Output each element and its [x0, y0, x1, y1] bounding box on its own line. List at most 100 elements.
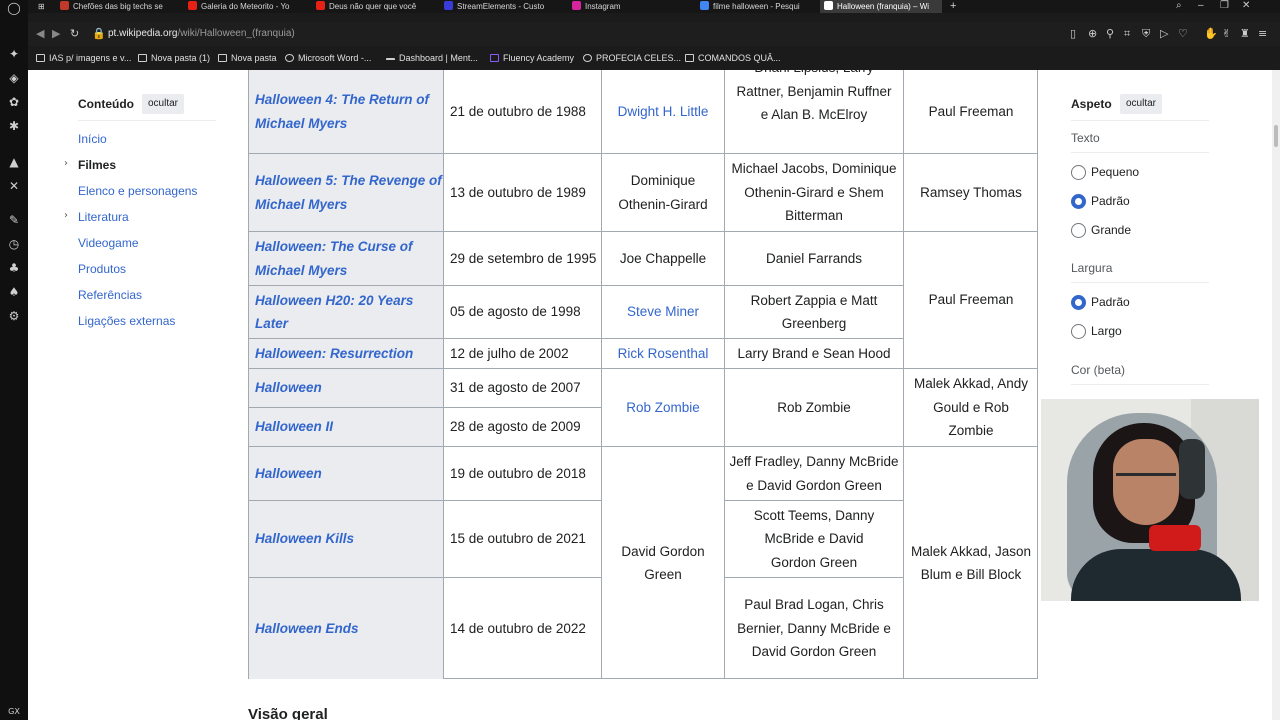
new-tab-button[interactable]: +	[950, 0, 962, 13]
bookmark-item[interactable]: PROFECIA CELES...	[583, 52, 681, 64]
chevron-right-icon[interactable]: ›	[64, 208, 68, 224]
url-domain: pt.wikipedia.org	[108, 28, 178, 39]
director-link[interactable]: Rob Zombie	[626, 396, 700, 420]
film-title-link[interactable]: Halloween	[255, 376, 322, 400]
pinboard-icon[interactable]: ✎	[6, 212, 22, 228]
release-date: 05 de agosto de 1998	[443, 285, 601, 338]
toc-item-videogame[interactable]: Videogame	[78, 235, 139, 251]
extension-2-icon[interactable]: ✌	[1222, 27, 1231, 41]
bookmark-item[interactable]: Microsoft Word -...	[285, 52, 371, 64]
back-icon[interactable]: ◀	[36, 27, 44, 41]
bookmarks-icon[interactable]: ♣	[6, 260, 22, 276]
extension-1-icon[interactable]: ✋	[1204, 27, 1218, 41]
whatsapp-icon[interactable]: ✿	[6, 94, 22, 110]
film-title-link[interactable]: Halloween H20: 20 Years Later	[255, 289, 443, 336]
film-title-link[interactable]: Halloween 5: The Revenge of Michael Myer…	[255, 169, 443, 216]
heart-icon[interactable]: ♡	[1178, 27, 1188, 41]
folder-icon	[218, 54, 227, 62]
appearance-hide-button[interactable]: ocultar	[1120, 94, 1163, 114]
extension-3-icon[interactable]: ♜	[1240, 27, 1250, 41]
film-title-link[interactable]: Halloween	[255, 462, 322, 486]
reload-icon[interactable]: ↻	[70, 27, 79, 41]
bookmark-folder[interactable]: Nova pasta	[218, 52, 277, 64]
director-link[interactable]: Steve Miner	[627, 300, 699, 324]
toc-item-inicio[interactable]: Início	[78, 131, 107, 147]
radio-label: Padrão	[1091, 295, 1130, 309]
easy-setup-icon[interactable]: ▷	[1160, 27, 1168, 41]
settings-icon[interactable]: ⚙	[6, 308, 22, 324]
bookmark-folder[interactable]: IAS p/ imagens e v...	[36, 52, 131, 64]
aria-icon[interactable]: ✦	[6, 46, 22, 62]
bookmark-item[interactable]: Fluency Academy	[490, 52, 574, 64]
search-tabs-icon[interactable]: ⌕	[1176, 0, 1182, 12]
zoom-icon[interactable]: ⊕	[1088, 27, 1097, 41]
director-link[interactable]: Dwight H. Little	[618, 100, 709, 124]
flow-icon[interactable]: ▲	[6, 154, 22, 170]
maximize-icon[interactable]: ❐	[1220, 0, 1229, 12]
tab-3[interactable]: Deus não quer que você	[316, 0, 428, 13]
scroll-thumb[interactable]	[1274, 125, 1278, 147]
director-link[interactable]: Rick Rosenthal	[618, 342, 709, 366]
film-title-link[interactable]: Halloween Kills	[255, 527, 354, 551]
appearance-divider	[1071, 384, 1209, 385]
writers-cell: Daniel Farrands	[724, 231, 903, 285]
toc-hide-button[interactable]: ocultar	[142, 94, 185, 114]
image-icon	[685, 54, 694, 62]
sidebar-toggle-icon[interactable]: ▯	[1070, 27, 1076, 41]
text-size-large-radio[interactable]	[1071, 223, 1086, 238]
film-title-link[interactable]: Halloween II	[255, 415, 333, 439]
pin-icon[interactable]: ⚲	[1106, 27, 1114, 41]
release-date: 28 de agosto de 2009	[443, 407, 601, 446]
x-twitter-icon[interactable]: ✕	[6, 178, 22, 194]
film-title-link[interactable]: Halloween: Resurrection	[255, 342, 413, 366]
toc-item-filmes[interactable]: Filmes	[78, 157, 116, 173]
producer-cell: Paul Freeman	[903, 70, 1038, 153]
width-wide-radio[interactable]	[1071, 324, 1086, 339]
bookmark-item[interactable]: COMANDOS QUÂ...	[685, 52, 781, 64]
text-size-small-radio[interactable]	[1071, 165, 1086, 180]
toc-item-referencias[interactable]: Referências	[78, 287, 142, 303]
toc-item-literatura[interactable]: Literatura	[78, 209, 129, 225]
gx-icon[interactable]: GX	[6, 704, 22, 720]
tab-5[interactable]: Instagram	[572, 0, 684, 13]
bookmark-item[interactable]: Dashboard | Ment...	[386, 52, 478, 64]
tab-7-active[interactable]: Halloween (franquia) – Wi	[820, 0, 942, 13]
close-window-icon[interactable]: ✕	[1242, 0, 1250, 12]
text-size-default-radio[interactable]	[1071, 194, 1086, 209]
writers-cell: Paul Brad Logan, Chris Bernier, Danny Mc…	[724, 577, 903, 679]
tab-1[interactable]: Chefões das big techs se	[60, 0, 175, 13]
toc-item-produtos[interactable]: Produtos	[78, 261, 126, 277]
address-bar: ◀ ▶ ↻ 🔒 pt.wikipedia.org/wiki/Halloween_…	[28, 22, 1280, 46]
tab-4[interactable]: StreamElements - Custo	[444, 0, 556, 13]
film-title-link[interactable]: Halloween: The Curse of Michael Myers	[255, 235, 443, 282]
director-cell: Dominique Othenin-Girard	[601, 153, 724, 231]
youtube-icon	[316, 1, 325, 10]
appearance-divider	[1071, 282, 1209, 283]
workspace-icon[interactable]: ◈	[6, 70, 22, 86]
bookmark-folder[interactable]: Nova pasta (1)	[138, 52, 210, 64]
film-title-link[interactable]: Halloween Ends	[255, 617, 359, 641]
chevron-right-icon[interactable]: ›	[64, 156, 68, 172]
minimize-icon[interactable]: –	[1198, 0, 1204, 12]
film-title-link[interactable]: Halloween 4: The Return of Michael Myers	[255, 88, 443, 135]
tab-overview-icon[interactable]: ⊞	[38, 0, 54, 13]
shield-icon[interactable]: ⛨	[1142, 27, 1150, 41]
release-date: 31 de agosto de 2007	[443, 368, 601, 407]
forward-icon[interactable]: ▶	[52, 27, 60, 41]
bookmark-label: Fluency Academy	[503, 53, 575, 63]
extension-icon[interactable]: ✱	[6, 118, 22, 134]
menu-icon[interactable]: ≡	[1258, 27, 1267, 41]
world-icon	[285, 54, 294, 62]
url-field[interactable]: pt.wikipedia.org/wiki/Halloween_(franqui…	[108, 26, 295, 42]
toc-item-ligacoes[interactable]: Ligações externas	[78, 313, 175, 329]
release-date: 21 de outubro de 1988	[443, 70, 601, 153]
tab-2[interactable]: Galeria do Meteorito - Yo	[188, 0, 300, 13]
opera-logo-icon[interactable]: ◯	[6, 0, 22, 16]
history-icon[interactable]: ◷	[6, 236, 22, 252]
tab-6[interactable]: filme halloween - Pesqui	[700, 0, 812, 13]
downloads-icon[interactable]: ♠	[6, 284, 22, 300]
page-scrollbar[interactable]	[1272, 70, 1280, 720]
width-default-radio[interactable]	[1071, 295, 1086, 310]
snapshot-icon[interactable]: ⌗	[1124, 27, 1130, 41]
toc-item-elenco[interactable]: Elenco e personagens	[78, 183, 197, 199]
